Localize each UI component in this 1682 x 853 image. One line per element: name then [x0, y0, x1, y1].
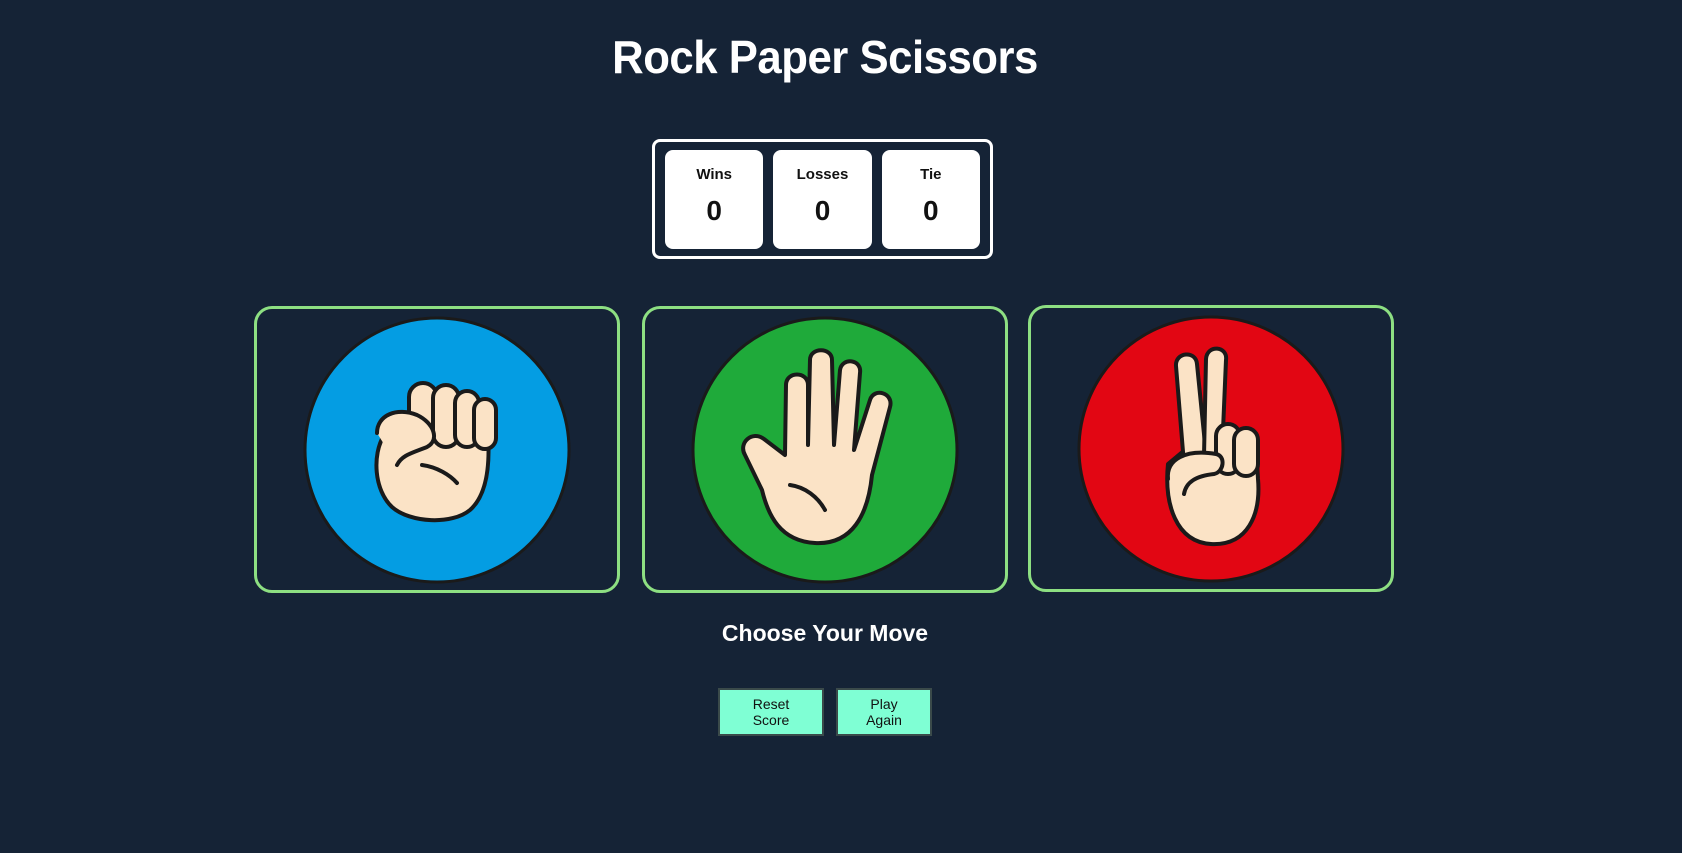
- rock-button[interactable]: [254, 306, 620, 593]
- scoreboard: Wins 0 Losses 0 Tie 0: [652, 139, 993, 259]
- fist-icon: [303, 316, 571, 583]
- wins-label: Wins: [696, 165, 733, 183]
- page-title: Rock Paper Scissors: [612, 31, 1038, 83]
- reset-score-button[interactable]: Reset Score: [718, 688, 824, 736]
- wins-value: 0: [706, 194, 722, 226]
- action-buttons: Reset Score Play Again: [718, 688, 932, 736]
- peace-hand-icon: [1077, 315, 1345, 582]
- scissors-button[interactable]: [1028, 305, 1394, 592]
- losses-value: 0: [814, 194, 831, 226]
- losses-label: Losses: [796, 165, 849, 183]
- paper-button[interactable]: [642, 306, 1008, 593]
- play-again-button[interactable]: Play Again: [836, 688, 932, 736]
- choose-move-prompt: Choose Your Move: [721, 620, 929, 646]
- tie-value: 0: [923, 194, 939, 226]
- tie-label: Tie: [920, 165, 942, 183]
- losses-card: Losses 0: [773, 149, 872, 249]
- wins-card: Wins 0: [665, 149, 764, 249]
- open-hand-icon: [691, 316, 959, 583]
- tie-card: Tie 0: [881, 149, 980, 249]
